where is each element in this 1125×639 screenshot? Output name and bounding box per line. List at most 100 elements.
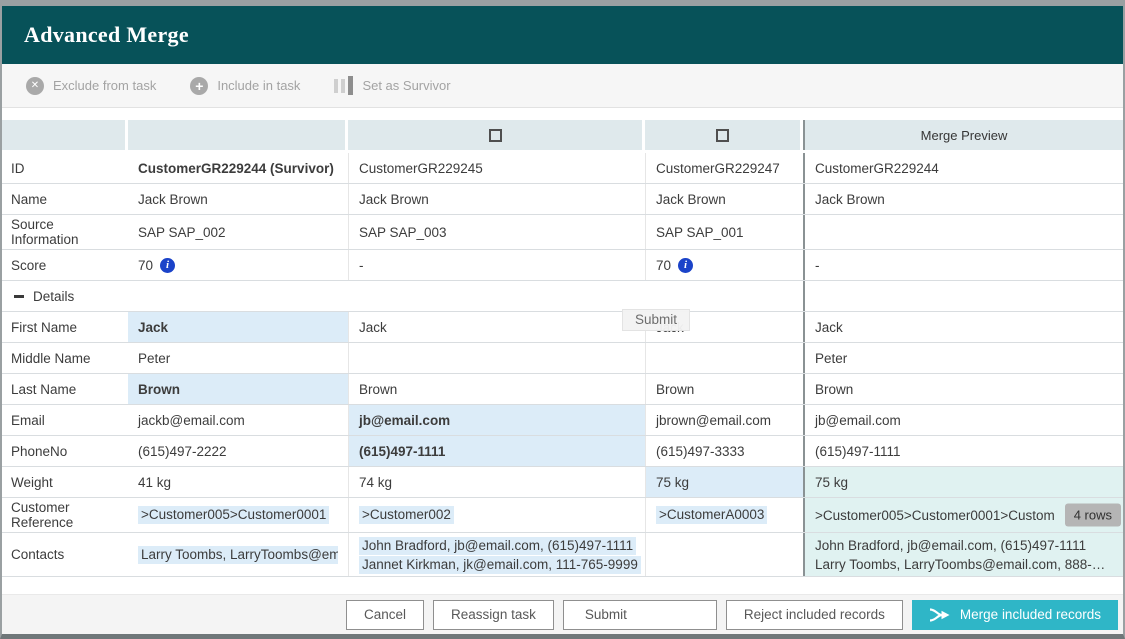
record-value-cell[interactable]: - bbox=[348, 250, 645, 280]
merge-preview-cell: CustomerGR229244 bbox=[803, 153, 1123, 183]
record-value-cell[interactable]: SAP SAP_002 bbox=[128, 215, 348, 249]
record-value-cell[interactable]: 75 kg bbox=[645, 467, 803, 497]
merge-preview-cell: Jack Brown bbox=[803, 184, 1123, 214]
info-icon[interactable]: i bbox=[160, 258, 175, 273]
merge-preview-cell: >Customer005>Customer0001>Custom 4 rows bbox=[803, 498, 1123, 532]
record-value-cell[interactable]: >Customer005>Customer0001 bbox=[128, 498, 348, 532]
record-value-cell[interactable]: (615)497-3333 bbox=[645, 436, 803, 466]
record-value-cell[interactable] bbox=[348, 343, 645, 373]
section-row-details: Details bbox=[2, 281, 1123, 312]
reassign-task-button[interactable]: Reassign task bbox=[433, 600, 554, 630]
table-header-row: Merge Preview bbox=[2, 120, 1123, 150]
cell-value: Jack Brown bbox=[138, 192, 208, 207]
cell-value: CustomerGR229247 bbox=[656, 161, 780, 176]
table-row: Weight41 kg74 kg75 kg75 kg bbox=[2, 467, 1123, 498]
cell-value: SAP SAP_001 bbox=[656, 225, 744, 240]
cell-value: - bbox=[815, 258, 820, 273]
cell-value: jb@email.com bbox=[815, 413, 901, 428]
merge-preview-cell: John Bradford, jb@email.com, (615)497-11… bbox=[803, 533, 1123, 576]
cancel-button[interactable]: Cancel bbox=[346, 600, 424, 630]
record-value-cell[interactable]: SAP SAP_003 bbox=[348, 215, 645, 249]
record-value-cell[interactable]: 74 kg bbox=[348, 467, 645, 497]
details-section-toggle[interactable]: Details bbox=[2, 281, 803, 311]
cell-value: 75 kg bbox=[656, 475, 689, 490]
record-value-cell[interactable]: 70 i bbox=[128, 250, 348, 280]
record2-checkbox[interactable] bbox=[489, 129, 502, 142]
cell-value: Jack bbox=[138, 320, 168, 335]
merge-included-records-button[interactable]: Merge included records bbox=[912, 600, 1118, 630]
exclude-circle-x-icon: ✕ bbox=[26, 77, 44, 95]
record-value-cell[interactable]: Jack Brown bbox=[348, 184, 645, 214]
record-value-cell[interactable]: 70i bbox=[645, 250, 803, 280]
cell-value: >CustomerA0003 bbox=[656, 506, 767, 524]
rows-count-badge[interactable]: 4 rows bbox=[1065, 504, 1121, 527]
record-value-cell[interactable]: SAP SAP_001 bbox=[645, 215, 803, 249]
details-section-label: Details bbox=[33, 289, 74, 304]
record-value-cell[interactable]: jb@email.com bbox=[348, 405, 645, 435]
reject-included-records-button[interactable]: Reject included records bbox=[726, 600, 903, 630]
cell-value: CustomerGR229244 (Survivor) bbox=[138, 161, 334, 176]
include-in-task-button[interactable]: + Include in task bbox=[190, 77, 300, 95]
record-value-cell[interactable]: John Bradford, jb@email.com, (615)497-11… bbox=[348, 533, 645, 576]
cell-value: 41 kg bbox=[138, 475, 171, 490]
exclude-from-task-button[interactable]: ✕ Exclude from task bbox=[26, 77, 156, 95]
record-value-cell[interactable]: Jack bbox=[128, 312, 348, 342]
submit-button[interactable]: Submit bbox=[563, 600, 717, 630]
record-value-cell[interactable]: jbrown@email.com bbox=[645, 405, 803, 435]
cell-value: - bbox=[359, 258, 364, 273]
record3-checkbox[interactable] bbox=[716, 129, 729, 142]
record-value-cell[interactable]: >CustomerA0003 bbox=[645, 498, 803, 532]
record-value-cell[interactable]: CustomerGR229247 bbox=[645, 153, 803, 183]
advanced-merge-dialog: Advanced Merge ✕ Exclude from task + Inc… bbox=[0, 0, 1125, 639]
table-row: Middle NamePeterPeter bbox=[2, 343, 1123, 374]
merge-preview-column-header: Merge Preview bbox=[803, 120, 1123, 150]
cell-value: CustomerGR229244 bbox=[815, 161, 939, 176]
record-value-cell[interactable]: Brown bbox=[348, 374, 645, 404]
collapse-minus-icon bbox=[14, 295, 24, 298]
record-value-cell[interactable]: CustomerGR229245 bbox=[348, 153, 645, 183]
record-value-cell[interactable]: (615)497-2222 bbox=[128, 436, 348, 466]
cell-value: >Customer005>Customer0001 bbox=[138, 506, 329, 524]
survivor-column-header bbox=[128, 120, 348, 150]
cell-value: jb@email.com bbox=[359, 413, 450, 428]
record-value-cell[interactable]: Jack bbox=[348, 312, 645, 342]
drag-ghost-submit: Submit bbox=[622, 309, 690, 331]
info-icon[interactable]: i bbox=[678, 258, 693, 273]
record-value-cell[interactable]: jackb@email.com bbox=[128, 405, 348, 435]
set-as-survivor-button[interactable]: Set as Survivor bbox=[334, 76, 450, 96]
row-label: Name bbox=[2, 184, 128, 214]
footer-action-bar: Cancel Reassign task Submit Reject inclu… bbox=[2, 594, 1123, 634]
cell-value: SAP SAP_002 bbox=[138, 225, 226, 240]
record-value-cell[interactable]: Jack Brown bbox=[128, 184, 348, 214]
table-row: First NameJackJackJackJack bbox=[2, 312, 1123, 343]
record-value-cell[interactable] bbox=[645, 533, 803, 576]
row-label: Source Information bbox=[2, 215, 128, 249]
include-circle-plus-icon: + bbox=[190, 77, 208, 95]
table-row: Emailjackb@email.comjb@email.comjbrown@e… bbox=[2, 405, 1123, 436]
record-value-cell[interactable]: Jack Brown bbox=[645, 184, 803, 214]
record-value-cell[interactable]: 41 kg bbox=[128, 467, 348, 497]
merge-table-body: IDCustomerGR229244 (Survivor)CustomerGR2… bbox=[2, 153, 1123, 577]
cell-value: CustomerGR229245 bbox=[359, 161, 483, 176]
record-value-cell[interactable]: (615)497-1111 bbox=[348, 436, 645, 466]
record-value-cell[interactable]: Larry Toombs, LarryToombs@em bbox=[128, 533, 348, 576]
record-value-cell[interactable]: Brown bbox=[128, 374, 348, 404]
record-value-cell[interactable]: Brown bbox=[645, 374, 803, 404]
row-label: First Name bbox=[2, 312, 128, 342]
cell-value: 70 bbox=[138, 258, 153, 273]
record-value-cell[interactable]: >Customer002 bbox=[348, 498, 645, 532]
page-title: Advanced Merge bbox=[24, 22, 189, 48]
record-value-cell[interactable]: Peter bbox=[128, 343, 348, 373]
cell-value: (615)497-3333 bbox=[656, 444, 745, 459]
record3-column-header bbox=[645, 120, 803, 150]
cell-value: Jack bbox=[815, 320, 843, 335]
survivor-bars-icon bbox=[334, 76, 353, 96]
table-row: PhoneNo(615)497-2222(615)497-1111(615)49… bbox=[2, 436, 1123, 467]
cell-value: >Customer005>Customer0001>Custom bbox=[815, 508, 1055, 523]
record-value-cell[interactable]: CustomerGR229244 (Survivor) bbox=[128, 153, 348, 183]
record-value-cell[interactable] bbox=[645, 343, 803, 373]
cell-value: 74 kg bbox=[359, 475, 392, 490]
cell-value: John Bradford, jb@email.com, (615)497-11… bbox=[815, 536, 1105, 574]
toolbar: ✕ Exclude from task + Include in task Se… bbox=[2, 64, 1123, 108]
table-row: Customer Reference>Customer005>Customer0… bbox=[2, 498, 1123, 533]
